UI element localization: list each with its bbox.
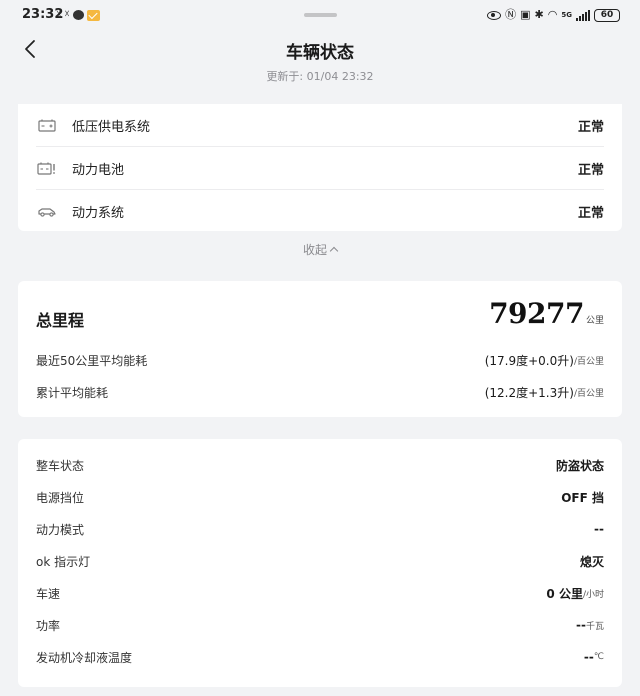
status-value: 正常 bbox=[577, 162, 604, 178]
power-battery-icon bbox=[36, 159, 58, 177]
message-icon bbox=[72, 10, 84, 20]
detail-value: -- bbox=[594, 522, 604, 536]
status-row-low-voltage: 低压供电系统 正常 bbox=[36, 104, 604, 146]
consumption-value: (17.9度+0.0升) bbox=[484, 354, 574, 368]
detail-value: -- bbox=[583, 650, 594, 664]
update-timestamp: 更新于: 01/04 23:32 bbox=[266, 70, 374, 83]
signal-icon bbox=[576, 9, 590, 21]
detail-row-coolant-temp: 发动机冷却液温度 -- ℃ bbox=[36, 647, 604, 667]
mileage-card: 总里程 79277 公里 最近50公里平均能耗 (17.9度+0.0升) /百公… bbox=[18, 281, 622, 417]
status-label: 动力系统 bbox=[72, 205, 125, 221]
status-row-power-battery: 动力电池 正常 bbox=[36, 147, 604, 189]
detail-label: 车速 bbox=[36, 586, 61, 601]
detail-value: 0 公里 bbox=[546, 586, 583, 601]
bluetooth-icon: ✱ bbox=[534, 8, 544, 21]
detail-value: 防盗状态 bbox=[555, 458, 604, 473]
status-row-powertrain: 动力系统 正常 bbox=[36, 190, 604, 232]
missed-call-icon: ☓ bbox=[64, 9, 70, 20]
detail-row-ok-indicator: ok 指示灯 熄灭 bbox=[36, 551, 604, 571]
consumption-row-cumulative: 累计平均能耗 (12.2度+1.3升) /百公里 bbox=[36, 384, 604, 401]
network-type-label: 5G bbox=[561, 11, 572, 19]
detail-row-power-mode: 动力模式 -- bbox=[36, 519, 604, 539]
detail-label: 动力模式 bbox=[36, 522, 85, 537]
notification-icons: ☓ ☓ bbox=[56, 9, 100, 21]
mileage-unit: 公里 bbox=[585, 316, 604, 326]
total-mileage-value: 79277 公里 bbox=[489, 297, 604, 330]
mileage-number: 79277 bbox=[489, 297, 584, 330]
status-label: 动力电池 bbox=[72, 162, 125, 178]
detail-row-vehicle-state: 整车状态 防盗状态 bbox=[36, 455, 604, 475]
eye-comfort-icon bbox=[487, 10, 502, 20]
detail-row-speed: 车速 0 公里 /小时 bbox=[36, 583, 604, 603]
mail-icon bbox=[86, 9, 100, 21]
detail-value: OFF 挡 bbox=[561, 490, 604, 505]
detail-label: 整车状态 bbox=[36, 458, 85, 473]
status-value: 正常 bbox=[577, 205, 604, 221]
system-status-card: 低压供电系统 正常 动力电池 正常 动力系统 正常 bbox=[18, 104, 622, 231]
chevron-up-icon bbox=[329, 246, 339, 256]
system-icons: Ⓝ ▣ ✱ ◠ 5G 60 bbox=[487, 8, 620, 22]
detail-row-power-gear: 电源挡位 OFF 挡 bbox=[36, 487, 604, 507]
consumption-row-recent: 最近50公里平均能耗 (17.9度+0.0升) /百公里 bbox=[36, 352, 604, 369]
detail-value: 熄灭 bbox=[579, 554, 604, 569]
powertrain-icon bbox=[36, 202, 58, 220]
collapse-label: 收起 bbox=[302, 243, 327, 257]
status-value: 正常 bbox=[577, 119, 604, 135]
detail-label: 电源挡位 bbox=[36, 490, 85, 505]
total-mileage-label: 总里程 bbox=[36, 311, 85, 330]
low-voltage-battery-icon bbox=[36, 116, 58, 134]
consumption-unit: /百公里 bbox=[573, 389, 604, 399]
wifi-icon: ◠ bbox=[547, 8, 558, 21]
detail-label: 功率 bbox=[36, 618, 61, 633]
vibrate-icon: ▣ bbox=[520, 8, 531, 21]
battery-icon: 60 bbox=[594, 8, 620, 22]
vehicle-detail-card: 整车状态 防盗状态 电源挡位 OFF 挡 动力模式 -- ok 指示灯 熄灭 车… bbox=[18, 439, 622, 687]
detail-row-power: 功率 -- 千瓦 bbox=[36, 615, 604, 635]
detail-unit: 千瓦 bbox=[585, 621, 604, 632]
consumption-label: 累计平均能耗 bbox=[36, 386, 109, 400]
collapse-button[interactable]: 收起 bbox=[0, 241, 640, 258]
detail-value: -- bbox=[576, 618, 586, 632]
drag-handle bbox=[304, 13, 337, 17]
detail-label: 发动机冷却液温度 bbox=[36, 650, 133, 665]
status-label: 低压供电系统 bbox=[72, 119, 151, 135]
missed-call-icon: ☓ bbox=[56, 9, 62, 20]
page-title: 车辆状态 bbox=[286, 43, 354, 63]
consumption-label: 最近50公里平均能耗 bbox=[36, 354, 148, 368]
status-bar: 23:32 ☓ ☓ Ⓝ ▣ ✱ ◠ 5G 60 bbox=[0, 0, 640, 32]
consumption-value: (12.2度+1.3升) bbox=[484, 386, 574, 400]
detail-unit: ℃ bbox=[593, 652, 604, 662]
consumption-unit: /百公里 bbox=[573, 357, 604, 367]
detail-unit: /小时 bbox=[582, 589, 604, 600]
nfc-icon: Ⓝ bbox=[505, 8, 517, 21]
detail-label: ok 指示灯 bbox=[36, 554, 91, 569]
